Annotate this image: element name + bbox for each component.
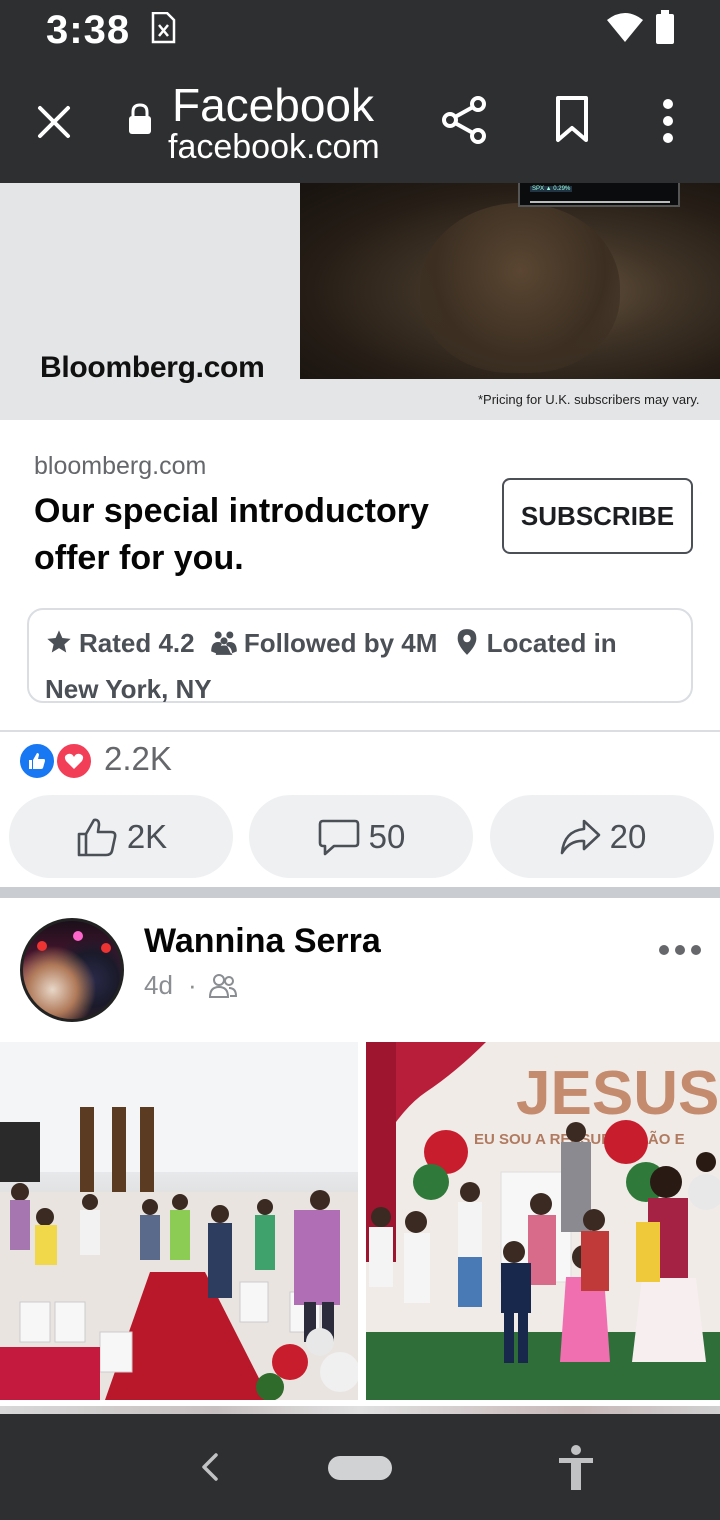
reactions-count[interactable]: 2.2K	[104, 740, 172, 778]
accessibility-icon[interactable]	[556, 1444, 596, 1492]
ad-phone-ticker: SPX ▲ 0.29%	[530, 186, 573, 192]
back-chevron-icon[interactable]	[196, 1450, 224, 1484]
like-count: 2K	[126, 817, 168, 855]
browser-toolbar: Facebook facebook.com	[0, 62, 720, 183]
page-info-box[interactable]: Rated 4.2 Followed by 4M Located in New …	[27, 608, 693, 704]
battery-icon	[656, 10, 674, 44]
avatar-decoration	[73, 931, 83, 941]
like-button[interactable]: 2K	[9, 795, 233, 878]
post-photo[interactable]: JESUS EU SOU A RESSURREIÇÃO E	[366, 1042, 720, 1400]
avatar-decoration	[37, 941, 47, 951]
avatar-decoration	[101, 943, 111, 953]
ad-hand	[420, 203, 620, 373]
status-time: 3:38	[46, 8, 131, 52]
ad-disclaimer: *Pricing for U.K. subscribers may vary.	[478, 392, 700, 407]
post-timestamp[interactable]: 4d	[144, 970, 173, 1001]
followers-icon	[211, 631, 237, 655]
share-icon[interactable]	[438, 94, 490, 146]
page-domain: facebook.com	[168, 128, 380, 166]
bookmark-icon[interactable]	[550, 94, 594, 144]
more-horizontal-icon[interactable]	[658, 940, 702, 960]
comment-icon	[318, 819, 359, 855]
rating-text: Rated 4.2	[79, 628, 195, 658]
ad-photo	[300, 183, 720, 379]
share-button[interactable]: 20	[490, 795, 714, 878]
love-reaction-icon[interactable]	[55, 742, 93, 780]
post-separator	[0, 887, 720, 898]
sim-card-icon	[151, 12, 176, 44]
subscribe-button[interactable]: SUBSCRIBE	[502, 478, 693, 554]
ad-source: bloomberg.com	[34, 452, 207, 480]
avatar[interactable]	[20, 918, 124, 1022]
page-title: Facebook	[172, 79, 375, 131]
followers-text: Followed by 4M	[243, 628, 438, 658]
post-author-name[interactable]: Wannina Serra	[144, 922, 381, 961]
home-pill[interactable]	[328, 1456, 392, 1480]
close-icon[interactable]	[30, 98, 78, 146]
next-photos-preview	[0, 1406, 720, 1414]
banner-word: JESUS	[516, 1059, 719, 1128]
star-icon	[47, 630, 71, 653]
post-photo[interactable]	[0, 1042, 358, 1400]
wifi-icon	[607, 13, 643, 42]
church-stage-photo: JESUS EU SOU A RESSURREIÇÃO E	[366, 1042, 720, 1400]
ad-phone-chart-line	[530, 201, 670, 203]
system-nav-bar	[0, 1414, 720, 1520]
location-pin-icon	[457, 629, 476, 655]
comment-count: 50	[368, 817, 406, 855]
like-reaction-icon[interactable]	[18, 742, 56, 780]
ad-image[interactable]: SPX ▲ 0.29% Bloomberg.com *Pricing for U…	[0, 183, 720, 420]
share-count: 20	[609, 817, 647, 855]
more-vert-icon[interactable]	[650, 96, 686, 146]
ad-logo: Bloomberg.com	[40, 351, 265, 384]
event-hall-photo	[0, 1042, 358, 1400]
friends-icon[interactable]	[208, 972, 238, 1000]
lock-icon	[129, 103, 151, 134]
status-bar: 3:38	[0, 0, 720, 62]
post-meta-separator: ·	[188, 970, 197, 1000]
thumbs-up-icon	[77, 818, 117, 856]
share-arrow-icon	[560, 819, 600, 854]
ad-headline[interactable]: Our special introductory offer for you.	[34, 488, 474, 582]
divider	[0, 730, 720, 732]
comment-button[interactable]: 50	[249, 795, 473, 878]
ad-phone-screen: SPX ▲ 0.29%	[518, 183, 680, 207]
